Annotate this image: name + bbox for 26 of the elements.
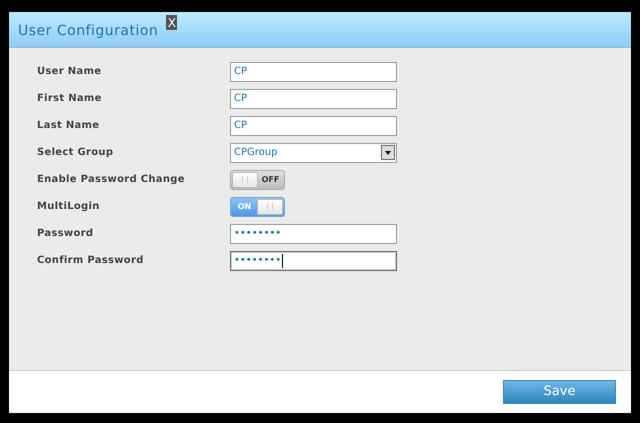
input-field[interactable]: CP	[230, 62, 397, 82]
field-label: Confirm Password	[37, 254, 145, 268]
group-dropdown[interactable]: CPGroup	[230, 142, 397, 162]
field-value: CP	[234, 92, 248, 106]
field-label: User Name	[37, 65, 102, 79]
field-value: ••••••••	[234, 227, 282, 241]
input-field[interactable]: ••••••••	[230, 224, 397, 244]
text-cursor	[282, 254, 284, 268]
field-label: Last Name	[37, 119, 100, 133]
input-field[interactable]: ••••••••	[230, 250, 397, 270]
field-value: CP	[234, 65, 248, 79]
toggle-grip	[257, 198, 283, 214]
toggle-switch[interactable]: OFF	[230, 170, 285, 190]
toggle-grip	[232, 172, 258, 188]
input-field[interactable]: CP	[230, 116, 397, 136]
field-label: MultiLogin	[37, 200, 101, 214]
field-label: Enable Password Change	[37, 173, 186, 187]
field-label: First Name	[37, 92, 103, 106]
input-field[interactable]: CP	[230, 88, 397, 108]
save-button[interactable]: Save	[503, 380, 616, 404]
field-value: CP	[234, 119, 248, 133]
field-label: Select Group	[37, 146, 114, 160]
field-value: ••••••••	[234, 254, 282, 268]
field-label: Password	[37, 227, 94, 241]
close-button[interactable]: X	[166, 15, 178, 30]
dialog-title: User Configuration	[18, 22, 158, 41]
